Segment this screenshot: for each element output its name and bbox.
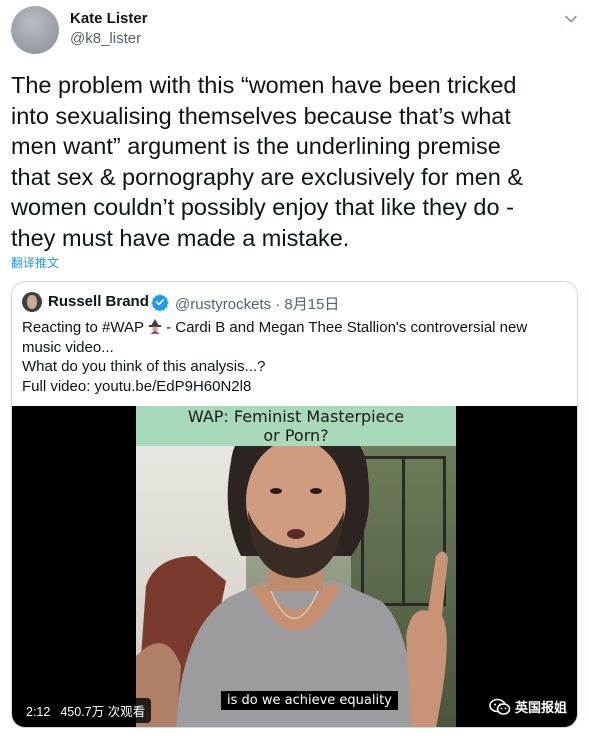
video-duration: 2:12 [26, 705, 51, 719]
video-banner-line-1: WAP: Feminist Masterpiece [187, 407, 405, 426]
quote-text-line-3: What do you think of this analysis...? [22, 358, 266, 375]
quote-author-name[interactable]: Russell Brand [48, 293, 149, 310]
quote-text: Reacting to #WAP - Cardi B and Megan The… [22, 318, 570, 396]
video-banner-line-2: or Porn? [263, 426, 329, 445]
translate-tweet-link[interactable]: 翻译推文 [11, 254, 59, 271]
video-person-image [136, 420, 448, 727]
verified-badge-icon [151, 294, 169, 311]
video-view-count: 450.7万 次观看 [60, 705, 146, 719]
quote-tweet-card[interactable]: Russell Brand @rustyrockets · 8月15日 Reac… [11, 281, 578, 728]
author-avatar[interactable] [11, 6, 59, 54]
quote-text-line-1: Reacting to #WAP - Cardi B and Megan The… [22, 318, 570, 338]
video-player[interactable]: WAP: Feminist Masterpiece or Porn? is do… [12, 406, 577, 727]
video-banner: WAP: Feminist Masterpiece or Porn? [136, 406, 456, 446]
video-subtitle: is do we achieve equality [221, 691, 398, 710]
tweet-text: The problem with this “women have been t… [11, 72, 524, 251]
quote-text-line-2: music video... [22, 338, 114, 356]
quote-line1-post: - Cardi B and Megan Thee Stallion's cont… [161, 319, 528, 336]
watermark-text: 英国报姐 [514, 700, 567, 715]
quote-line1-pre: Reacting to #WAP [22, 319, 144, 336]
wechat-icon [489, 698, 511, 715]
video-frame: WAP: Feminist Masterpiece or Porn? [136, 406, 456, 727]
video-duration-badge: 2:12 450.7万 次观看 [20, 698, 152, 723]
witch-emoji-icon [148, 319, 161, 334]
quote-text-line-4: Full video: youtu.be/EdP9H60N2l8 [22, 377, 252, 395]
quote-avatar[interactable] [22, 292, 42, 312]
watermark: 英国报姐 [489, 697, 567, 716]
author-handle[interactable]: @k8_lister [70, 30, 141, 47]
chevron-down-icon[interactable] [562, 10, 580, 28]
quote-handle-date[interactable]: @rustyrockets · 8月15日 [175, 293, 339, 314]
author-name[interactable]: Kate Lister [70, 10, 148, 27]
